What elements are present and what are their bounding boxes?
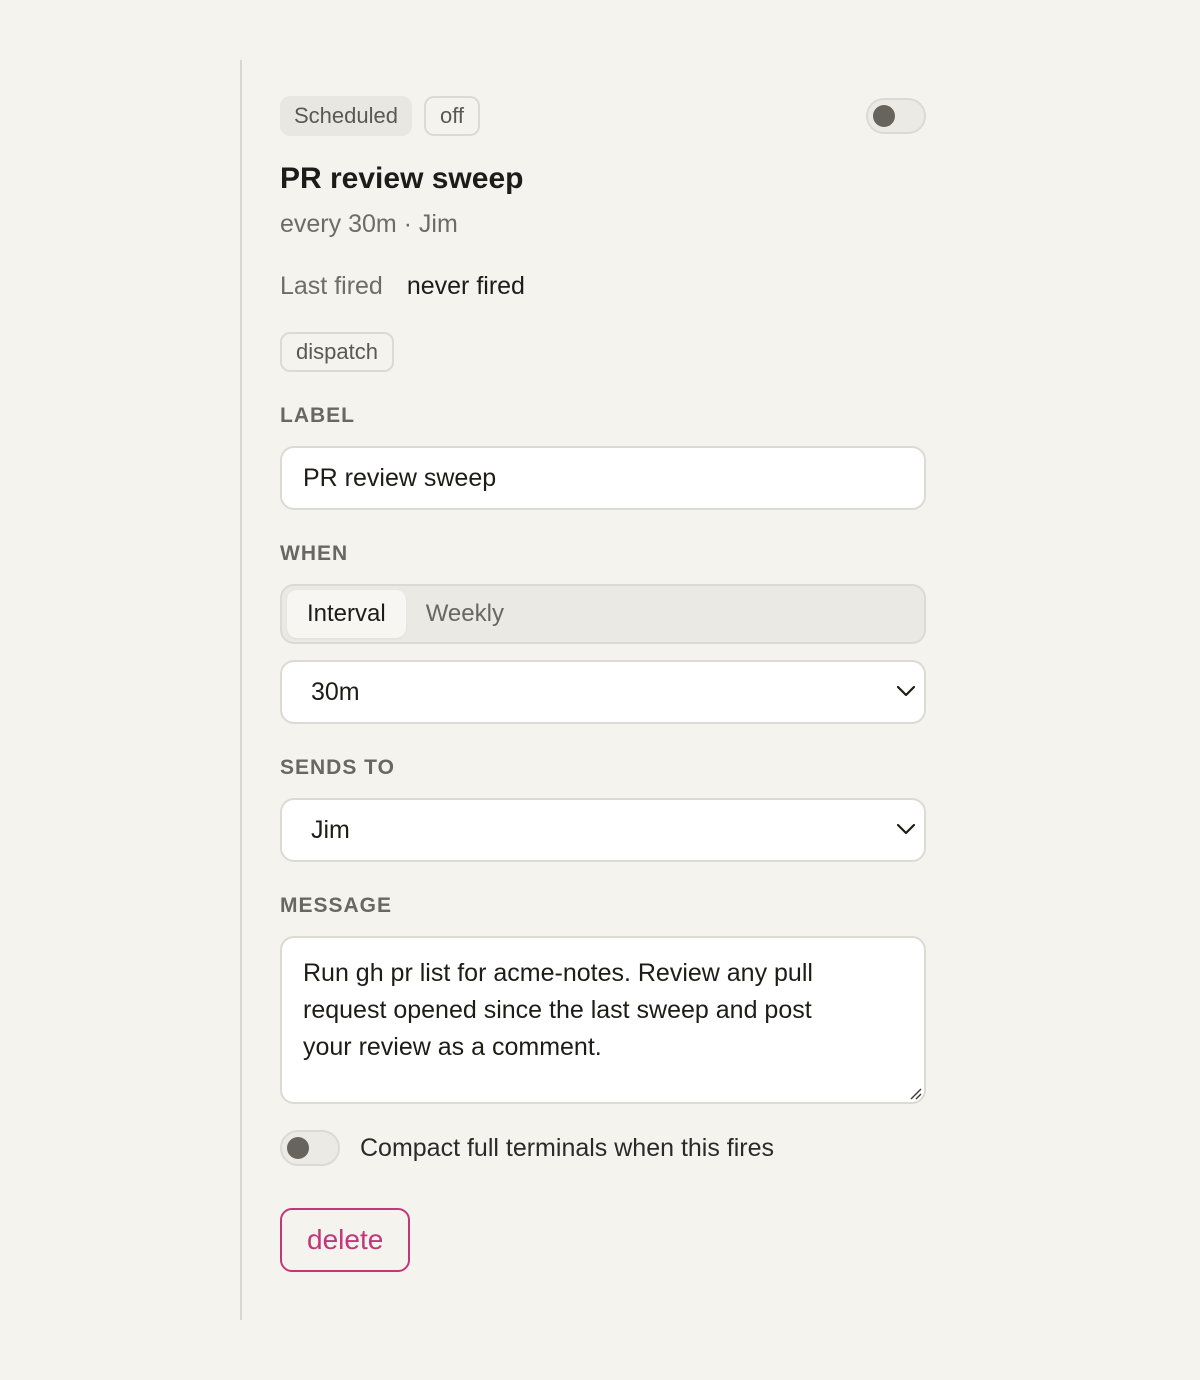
action-chip: dispatch <box>280 332 394 372</box>
compact-toggle[interactable] <box>280 1130 340 1166</box>
schedule-enabled-toggle[interactable] <box>866 98 926 134</box>
kind-badge: Scheduled <box>280 96 412 136</box>
tab-weekly[interactable]: Weekly <box>406 590 524 638</box>
compact-label: Compact full terminals when this fires <box>360 1133 775 1162</box>
toggle-knob <box>287 1137 309 1159</box>
interval-select[interactable]: 30m <box>280 660 926 724</box>
message-heading: MESSAGE <box>280 894 393 917</box>
message-text: Run gh pr list for acme-notes. Review an… <box>303 959 813 1061</box>
last-fired-row: Last fired never fired <box>280 272 525 301</box>
last-fired-label: Last fired <box>280 272 383 300</box>
status-badges: Scheduled off <box>280 96 481 136</box>
last-fired-value: never fired <box>406 272 525 300</box>
sends-to-select-value: Jim <box>311 815 350 844</box>
chevron-down-icon <box>896 685 916 697</box>
when-segmented-control: Interval Weekly <box>280 584 926 644</box>
sends-to-select[interactable]: Jim <box>280 798 926 862</box>
label-input[interactable]: PR review sweep <box>280 446 926 510</box>
schedule-title: PR review sweep <box>280 162 524 195</box>
chevron-down-icon <box>896 823 916 835</box>
sends-to-heading: SENDS TO <box>280 756 395 779</box>
resize-grip-icon[interactable] <box>908 1086 922 1100</box>
toggle-knob <box>873 105 895 127</box>
label-heading: LABEL <box>280 404 355 427</box>
interval-select-value: 30m <box>311 677 360 706</box>
message-textarea[interactable]: Run gh pr list for acme-notes. Review an… <box>280 936 926 1104</box>
schedule-subtitle: every 30m · Jim <box>280 210 458 238</box>
schedule-detail-panel: Scheduled off PR review sweep every 30m … <box>240 60 940 1320</box>
delete-button[interactable]: delete <box>280 1208 411 1272</box>
compact-row: Compact full terminals when this fires <box>280 1130 774 1166</box>
when-heading: WHEN <box>280 542 349 565</box>
state-badge: off <box>423 96 481 136</box>
tab-interval[interactable]: Interval <box>287 590 406 638</box>
